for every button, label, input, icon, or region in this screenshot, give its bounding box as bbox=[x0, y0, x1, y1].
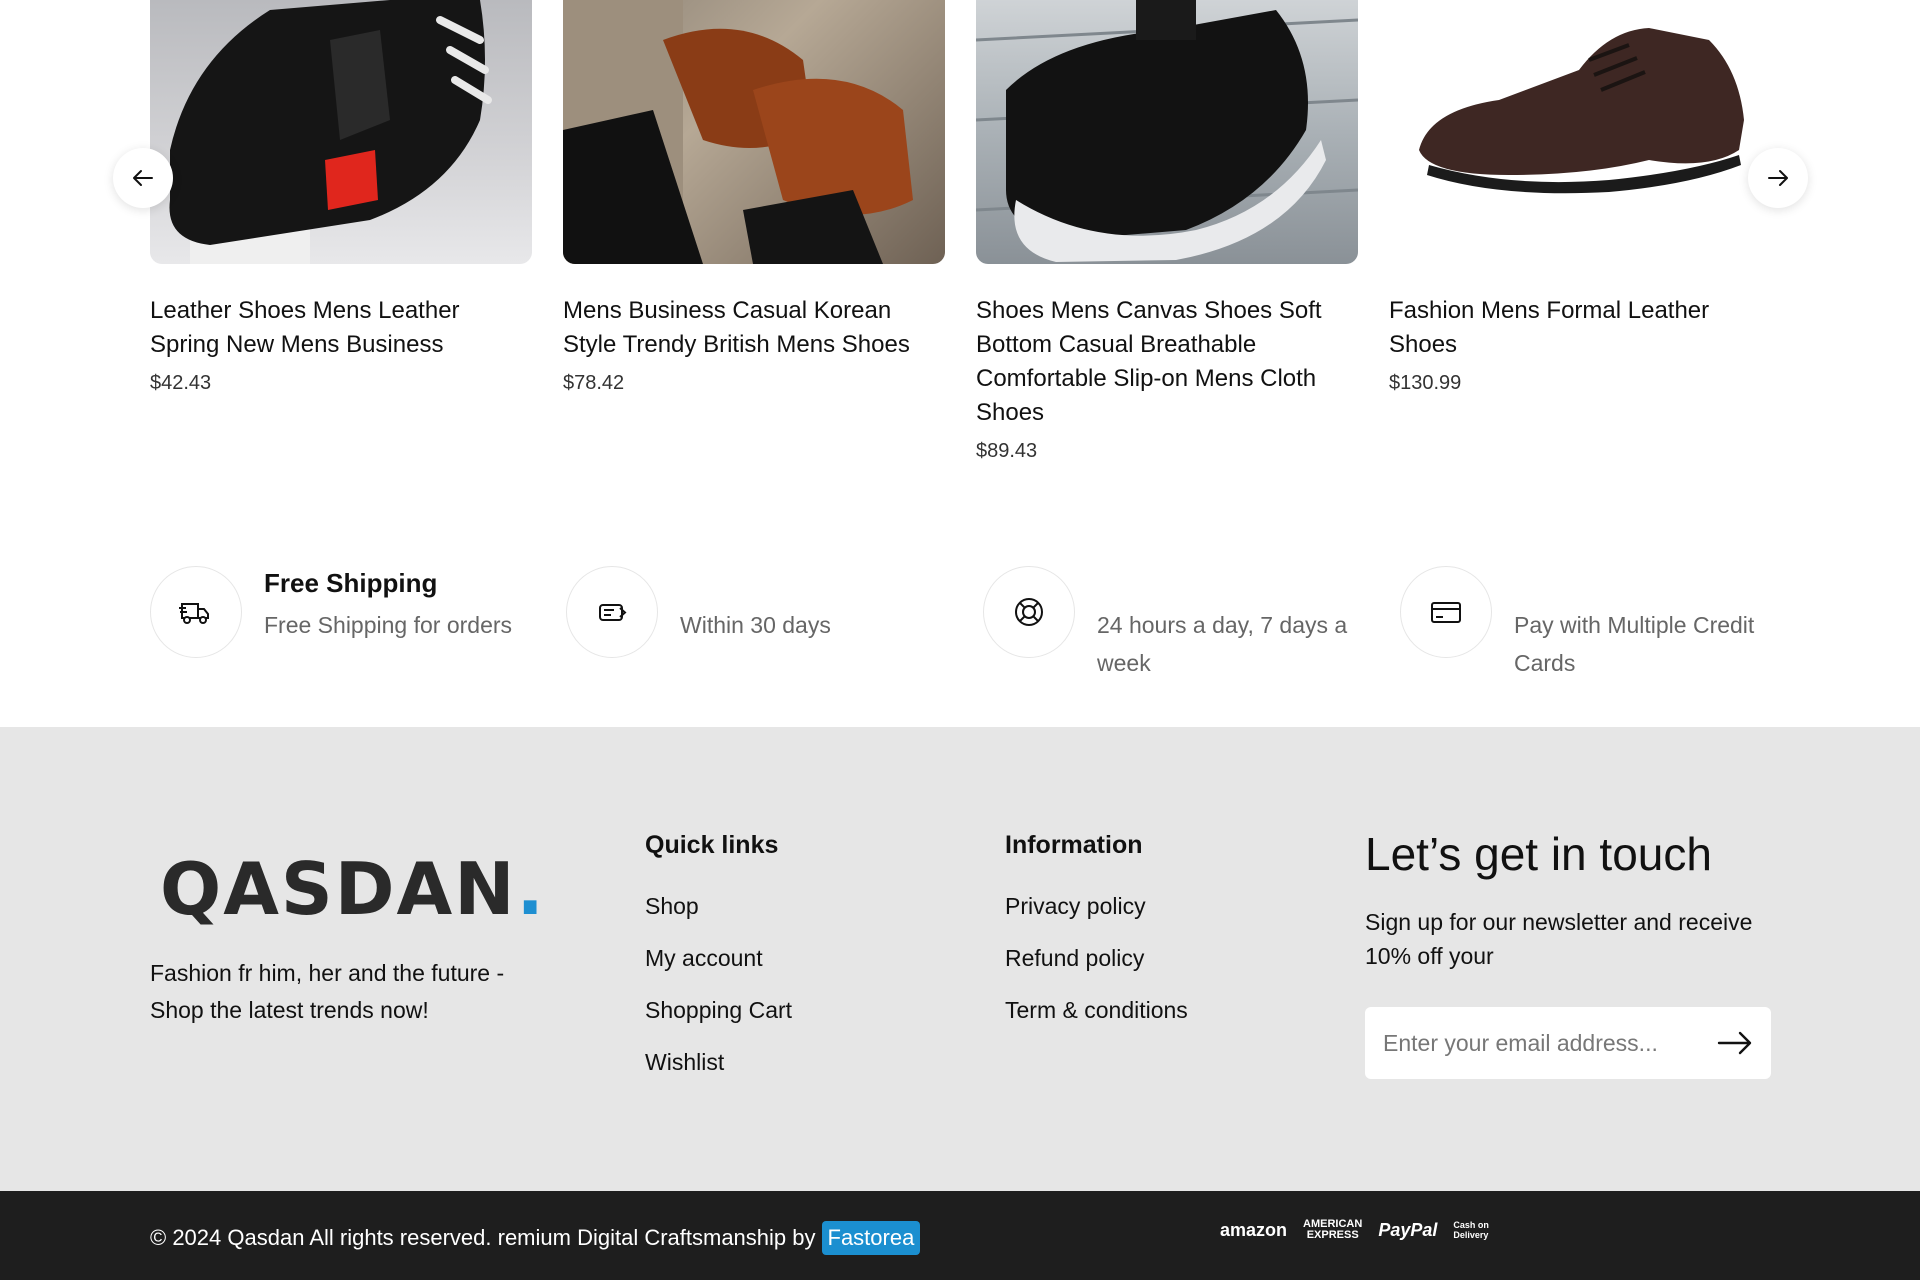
information-column: Information Privacy policy Refund policy… bbox=[1005, 831, 1188, 1036]
brand-logo[interactable]: QASDAN. bbox=[160, 847, 546, 931]
footer-link-wishlist[interactable]: Wishlist bbox=[645, 1036, 792, 1088]
feature-free-shipping: Free Shipping Free Shipping for orders bbox=[150, 560, 550, 710]
product-card[interactable]: Leather Shoes Mens Leather Spring New Me… bbox=[150, 0, 532, 395]
product-price: $42.43 bbox=[150, 372, 212, 394]
product-price: $130.99 bbox=[1389, 372, 1462, 394]
feature-description: Pay with Multiple Credit Cards bbox=[1514, 612, 1755, 676]
feature-support: 24 hours a day, 7 days a week bbox=[983, 560, 1383, 710]
site-footer: QASDAN. Fashion fr him, her and the futu… bbox=[0, 727, 1920, 1191]
amex-line-2: EXPRESS bbox=[1306, 1229, 1359, 1241]
logo-text: QASDAN bbox=[160, 847, 517, 931]
payment-methods: amazon AMERICAN EXPRESS PayPal Cash on D… bbox=[1220, 1219, 1489, 1241]
brand-tagline: Fashion fr him, her and the future - Sho… bbox=[150, 960, 505, 1023]
bottom-bar: © 2024 Qasdan All rights reserved. remiu… bbox=[0, 1191, 1920, 1280]
support-lifebuoy-icon bbox=[1015, 598, 1043, 626]
product-price: $89.43 bbox=[976, 440, 1038, 462]
product-name[interactable]: Shoes Mens Canvas Shoes Soft Bottom Casu… bbox=[976, 294, 1358, 430]
product-image[interactable] bbox=[1389, 0, 1771, 264]
product-carousel: Leather Shoes Mens Leather Spring New Me… bbox=[0, 0, 1920, 530]
product-name[interactable]: Leather Shoes Mens Leather Spring New Me… bbox=[150, 294, 532, 362]
newsletter-submit-button[interactable] bbox=[1715, 1025, 1755, 1061]
product-price: $78.42 bbox=[563, 372, 625, 394]
return-money-icon bbox=[599, 604, 627, 621]
features-row: Free Shipping Free Shipping for orders W… bbox=[0, 560, 1920, 727]
footer-link-shopping-cart[interactable]: Shopping Cart bbox=[645, 984, 792, 1036]
quick-links-heading: Quick links bbox=[645, 831, 779, 859]
product-image[interactable] bbox=[150, 0, 532, 264]
product-name[interactable]: Mens Business Casual Korean Style Trendy… bbox=[563, 294, 945, 362]
newsletter-email-input[interactable] bbox=[1383, 1007, 1713, 1079]
arrow-right-icon bbox=[1717, 1031, 1752, 1055]
quick-links-column: Quick links Shop My account Shopping Car… bbox=[645, 831, 792, 1088]
delivery-truck-icon bbox=[179, 603, 209, 624]
footer-link-terms[interactable]: Term & conditions bbox=[1005, 984, 1188, 1036]
footer-link-my-account[interactable]: My account bbox=[645, 932, 792, 984]
cod-line-1: Cash on bbox=[1453, 1220, 1489, 1230]
newsletter-title: Let’s get in touch bbox=[1365, 828, 1712, 880]
product-card[interactable]: Shoes Mens Canvas Shoes Soft Bottom Casu… bbox=[976, 0, 1358, 463]
product-card[interactable]: Fashion Mens Formal Leather Shoes $130.9… bbox=[1389, 0, 1771, 395]
feature-icon-circle bbox=[983, 566, 1075, 658]
copyright-text: © 2024 Qasdan All rights reserved. remiu… bbox=[150, 1225, 816, 1250]
copyright: © 2024 Qasdan All rights reserved. remiu… bbox=[150, 1221, 921, 1255]
feature-title: Free Shipping bbox=[264, 568, 438, 598]
feature-description: Within 30 days bbox=[680, 612, 831, 638]
carousel-next-button[interactable] bbox=[1748, 148, 1808, 208]
footer-link-privacy-policy[interactable]: Privacy policy bbox=[1005, 880, 1188, 932]
feature-description: Free Shipping for orders bbox=[264, 612, 513, 638]
feature-icon-circle bbox=[1400, 566, 1492, 658]
amazon-pay-icon: amazon bbox=[1220, 1219, 1288, 1240]
credit-card-icon bbox=[1431, 602, 1461, 623]
american-express-icon: AMERICAN EXPRESS bbox=[1303, 1219, 1362, 1241]
feature-icon-circle bbox=[150, 566, 242, 658]
arrow-right-icon bbox=[1768, 170, 1788, 186]
newsletter-text: Sign up for our newsletter and receive 1… bbox=[1365, 909, 1753, 969]
footer-link-refund-policy[interactable]: Refund policy bbox=[1005, 932, 1188, 984]
feature-description: 24 hours a day, 7 days a week bbox=[1097, 612, 1348, 676]
footer-link-shop[interactable]: Shop bbox=[645, 880, 792, 932]
product-name[interactable]: Fashion Mens Formal Leather Shoes bbox=[1389, 294, 1771, 362]
newsletter-form bbox=[1365, 1007, 1771, 1079]
logo-dot: . bbox=[516, 847, 546, 931]
information-heading: Information bbox=[1005, 831, 1143, 859]
feature-payment: Pay with Multiple Credit Cards bbox=[1400, 560, 1800, 710]
cash-on-delivery-icon: Cash on Delivery bbox=[1453, 1220, 1489, 1240]
newsletter-section: Let’s get in touch Sign up for our newsl… bbox=[1365, 827, 1785, 973]
fastorea-link[interactable]: Fastorea bbox=[821, 1221, 921, 1255]
arrow-left-icon bbox=[133, 170, 153, 186]
product-image[interactable] bbox=[563, 0, 945, 264]
feature-icon-circle bbox=[566, 566, 658, 658]
product-image[interactable] bbox=[976, 0, 1358, 264]
carousel-prev-button[interactable] bbox=[113, 148, 173, 208]
feature-returns: Within 30 days bbox=[566, 560, 966, 710]
paypal-icon: PayPal bbox=[1378, 1219, 1438, 1240]
cod-line-2: Delivery bbox=[1453, 1230, 1489, 1240]
product-card[interactable]: Mens Business Casual Korean Style Trendy… bbox=[563, 0, 945, 395]
